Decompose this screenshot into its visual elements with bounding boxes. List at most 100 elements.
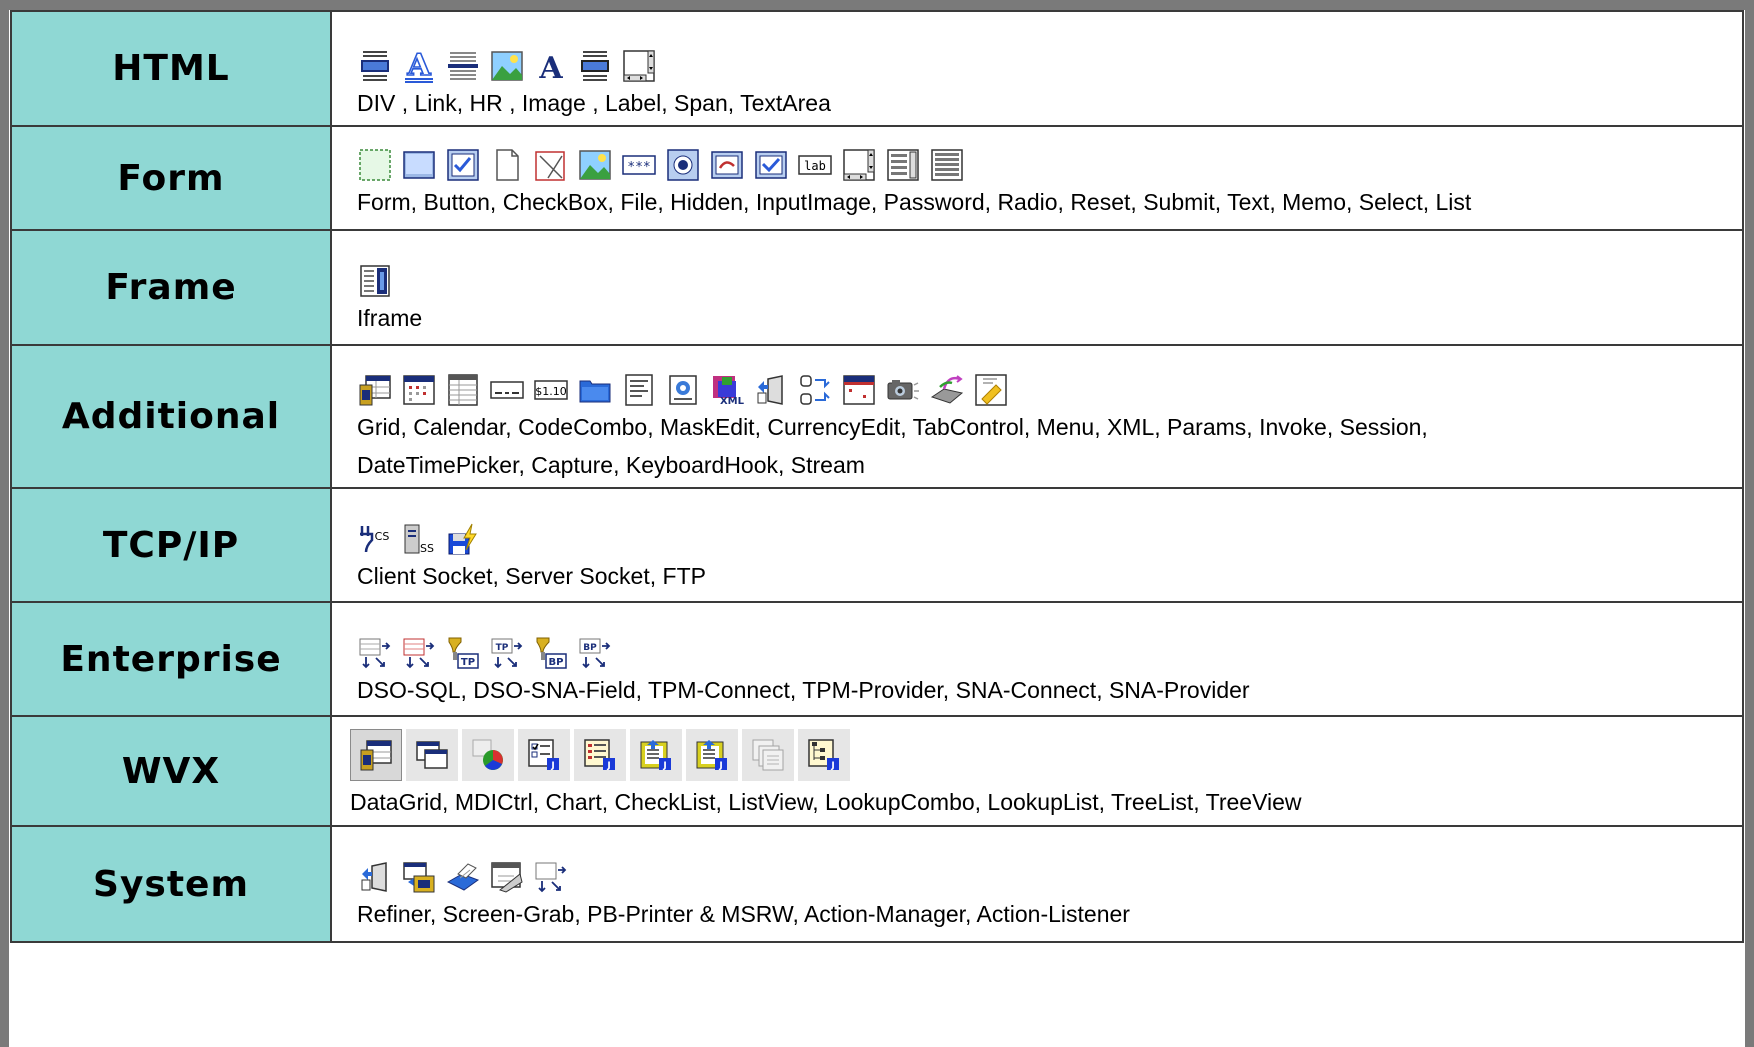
action-manager-icon[interactable] (489, 859, 525, 895)
sna-connect-icon[interactable]: BP (533, 635, 569, 671)
client-socket-icon[interactable]: CS (357, 521, 393, 557)
row-enterprise: Enterprise TP TP BP BP DSO-SQL, DSO-SNA-… (10, 601, 1744, 717)
svg-text:BP: BP (583, 643, 597, 653)
form-icon[interactable] (357, 147, 393, 183)
refiner-icon[interactable] (357, 859, 393, 895)
component-list: Client Socket, Server Socket, FTP (357, 563, 706, 589)
iframe-icon[interactable] (357, 263, 393, 299)
image-icon[interactable] (489, 48, 525, 84)
dso-sna-field-icon[interactable] (401, 635, 437, 671)
component-list: Grid, Calendar, CodeCombo, MaskEdit, Cur… (357, 414, 1428, 478)
checklist-icon[interactable]: J (518, 729, 570, 781)
params-icon[interactable]: XML (709, 372, 745, 408)
row-html: HTML A A DIV , Link, HR , Image , Label,… (10, 10, 1744, 127)
icon-strip: *** lab (357, 147, 1742, 183)
chart-icon[interactable] (462, 729, 514, 781)
svg-text:J: J (718, 761, 722, 771)
pb-printer-icon[interactable] (445, 859, 481, 895)
treeview-icon[interactable]: J (798, 729, 850, 781)
select-icon[interactable] (885, 147, 921, 183)
svg-text:BP: BP (549, 657, 564, 668)
menu-icon[interactable] (621, 372, 657, 408)
row-additional: Additional $1.10 XML Grid, Calendar, Cod… (10, 344, 1744, 489)
listview-icon[interactable]: J (574, 729, 626, 781)
file-icon[interactable] (489, 147, 525, 183)
grid-icon[interactable] (357, 372, 393, 408)
radio-icon[interactable] (665, 147, 701, 183)
category-label: Frame (10, 229, 332, 346)
svg-text:lab: lab (804, 159, 826, 173)
component-cell: J J J J J DataGrid, MDICtrl, Chart, Chec… (330, 715, 1744, 827)
dso-sql-icon[interactable] (357, 635, 393, 671)
calendar-icon[interactable] (401, 372, 437, 408)
category-label: WVX (10, 715, 332, 827)
icon-strip: J J J J J (350, 729, 1742, 781)
component-cell: $1.10 XML Grid, Calendar, CodeCombo, Mas… (330, 344, 1744, 489)
component-cell: TP TP BP BP DSO-SQL, DSO-SNA-Field, TPM-… (330, 601, 1744, 717)
mdictrl-icon[interactable] (406, 729, 458, 781)
component-cell: A A DIV , Link, HR , Image , Label, Span… (330, 10, 1744, 127)
button-icon[interactable] (401, 147, 437, 183)
row-system: System Refiner, Screen-Grab, PB-Printer … (10, 825, 1744, 943)
screen-grab-icon[interactable] (401, 859, 437, 895)
ftp-icon[interactable] (445, 521, 481, 557)
codecombo-icon[interactable] (445, 372, 481, 408)
div-icon[interactable] (357, 48, 393, 84)
action-listener-icon[interactable] (533, 859, 569, 895)
textarea-icon[interactable] (621, 48, 657, 84)
reset-icon[interactable] (709, 147, 745, 183)
category-label: Enterprise (10, 601, 332, 717)
list-icon[interactable] (929, 147, 965, 183)
component-list: DataGrid, MDICtrl, Chart, CheckList, Lis… (350, 789, 1302, 815)
component-list: Refiner, Screen-Grab, PB-Printer & MSRW,… (357, 901, 1130, 927)
session-icon[interactable] (797, 372, 833, 408)
icon-strip: TP TP BP BP (357, 635, 1742, 671)
svg-text:SS: SS (420, 542, 434, 555)
sna-provider-icon[interactable]: BP (577, 635, 613, 671)
label-icon[interactable]: A (533, 48, 569, 84)
tpm-provider-icon[interactable]: TP (489, 635, 525, 671)
svg-text:A: A (538, 51, 563, 83)
svg-text:$1.10: $1.10 (535, 385, 567, 398)
component-list: DIV , Link, HR , Image , Label, Span, Te… (357, 90, 831, 116)
memo-icon[interactable] (841, 147, 877, 183)
row-wvx: WVX J J J J J DataGrid, MDICtrl, Chart, … (10, 715, 1744, 827)
password-icon[interactable]: *** (621, 147, 657, 183)
checkbox-icon[interactable] (445, 147, 481, 183)
row-tcpip: TCP/IP CS SS Client Socket, Server Socke… (10, 487, 1744, 603)
treelist-icon[interactable] (742, 729, 794, 781)
lookupcombo-icon[interactable]: J (630, 729, 682, 781)
svg-text:J: J (606, 761, 610, 771)
lookuplist-icon[interactable]: J (686, 729, 738, 781)
maskedit-icon[interactable] (489, 372, 525, 408)
server-socket-icon[interactable]: SS (401, 521, 437, 557)
datetimepicker-icon[interactable] (841, 372, 877, 408)
svg-text:J: J (550, 761, 554, 771)
svg-text:A: A (406, 49, 431, 83)
category-label: Additional (10, 344, 332, 489)
text-icon[interactable]: lab (797, 147, 833, 183)
invoke-icon[interactable] (753, 372, 789, 408)
span-icon[interactable] (577, 48, 613, 84)
capture-icon[interactable] (885, 372, 921, 408)
submit-icon[interactable] (753, 147, 789, 183)
xml-icon[interactable] (665, 372, 701, 408)
icon-strip: CS SS (357, 521, 1742, 557)
keyboardhook-icon[interactable] (929, 372, 965, 408)
component-cell: *** lab Form, Button, CheckBox, File, Hi… (330, 125, 1744, 231)
component-cell: CS SS Client Socket, Server Socket, FTP (330, 487, 1744, 603)
tabcontrol-icon[interactable] (577, 372, 613, 408)
component-cell: Iframe (330, 229, 1744, 346)
svg-text:***: *** (627, 160, 650, 175)
stream-icon[interactable] (973, 372, 1009, 408)
currencyedit-icon[interactable]: $1.10 (533, 372, 569, 408)
icon-strip: $1.10 XML (357, 372, 1742, 408)
category-label: System (10, 825, 332, 943)
datagrid-icon[interactable] (350, 729, 402, 781)
link-icon[interactable]: A (401, 48, 437, 84)
icon-strip: A A (357, 48, 1742, 84)
hr-icon[interactable] (445, 48, 481, 84)
tpm-connect-icon[interactable]: TP (445, 635, 481, 671)
input-image-icon[interactable] (577, 147, 613, 183)
hidden-icon[interactable] (533, 147, 569, 183)
